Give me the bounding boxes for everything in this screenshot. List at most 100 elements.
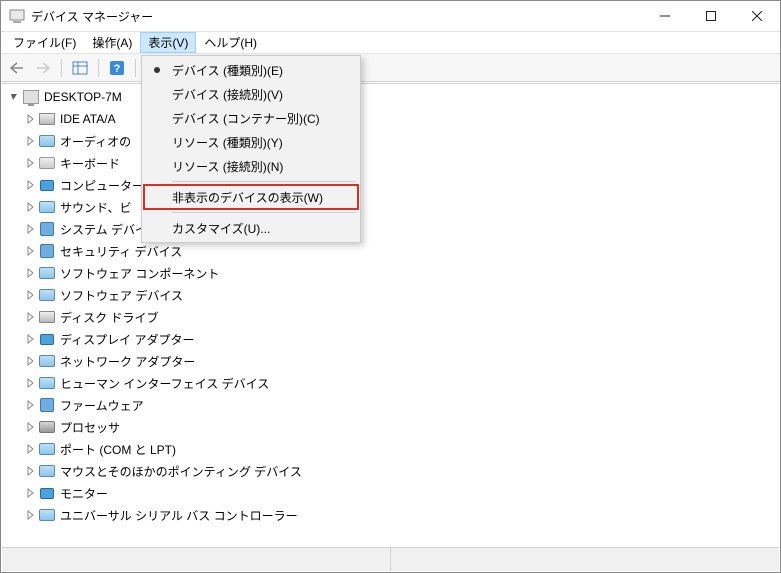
status-cell xyxy=(391,548,779,571)
device-icon xyxy=(38,353,56,369)
expand-icon[interactable] xyxy=(22,488,38,498)
show-hide-console-tree-button[interactable] xyxy=(68,57,92,79)
dropdown-separator xyxy=(172,212,356,213)
help-button[interactable]: ? xyxy=(105,57,129,79)
device-icon xyxy=(38,177,56,193)
tree-item-label: オーディオの xyxy=(60,133,131,150)
tree-item[interactable]: IDE ATA/A xyxy=(2,108,779,130)
expand-icon[interactable] xyxy=(22,224,38,234)
menu-action[interactable]: 操作(A) xyxy=(84,32,140,53)
menu-file[interactable]: ファイル(F) xyxy=(5,32,84,53)
tree-item-label: ユニバーサル シリアル バス コントローラー xyxy=(60,507,298,524)
dropdown-resources-by-type[interactable]: リソース (種類別)(Y) xyxy=(144,130,358,154)
tree-item[interactable]: キーボード xyxy=(2,152,779,174)
expand-icon[interactable] xyxy=(22,202,38,212)
tree-item-label: コンピューター xyxy=(60,177,144,194)
expand-icon[interactable] xyxy=(22,158,38,168)
device-tree-panel: DESKTOP-7M IDE ATA/A オーディオの キーボード コンピュータ… xyxy=(2,83,779,544)
maximize-button[interactable] xyxy=(688,1,734,32)
tree-item[interactable]: マウスとそのほかのポインティング デバイス xyxy=(2,460,779,482)
expand-icon[interactable] xyxy=(22,290,38,300)
device-tree[interactable]: DESKTOP-7M IDE ATA/A オーディオの キーボード コンピュータ… xyxy=(2,84,779,528)
menu-view[interactable]: 表示(V) xyxy=(140,32,196,53)
device-icon xyxy=(38,485,56,501)
expand-icon[interactable] xyxy=(22,114,38,124)
expand-icon[interactable] xyxy=(22,400,38,410)
device-icon xyxy=(38,419,56,435)
tree-item[interactable]: ヒューマン インターフェイス デバイス xyxy=(2,372,779,394)
dropdown-item-label: 非表示のデバイスの表示(W) xyxy=(172,189,323,206)
tree-item-label: モニター xyxy=(60,485,108,502)
toolbar-separator xyxy=(61,59,62,77)
expand-icon[interactable] xyxy=(22,466,38,476)
tree-item[interactable]: コンピューター xyxy=(2,174,779,196)
tree-item[interactable]: ディスク ドライブ xyxy=(2,306,779,328)
expand-icon[interactable] xyxy=(22,246,38,256)
dropdown-item-label: リソース (接続別)(N) xyxy=(172,158,283,175)
expand-icon[interactable] xyxy=(22,180,38,190)
view-dropdown: デバイス (種類別)(E) デバイス (接続別)(V) デバイス (コンテナー別… xyxy=(141,55,361,243)
expand-icon[interactable] xyxy=(22,334,38,344)
dropdown-resources-by-connection[interactable]: リソース (接続別)(N) xyxy=(144,154,358,178)
device-icon xyxy=(38,309,56,325)
expand-icon[interactable] xyxy=(22,136,38,146)
dropdown-devices-by-container[interactable]: デバイス (コンテナー別)(C) xyxy=(144,106,358,130)
tree-item[interactable]: モニター xyxy=(2,482,779,504)
status-cell xyxy=(2,548,391,571)
close-button[interactable] xyxy=(734,1,780,32)
device-icon xyxy=(38,507,56,523)
menu-help[interactable]: ヘルプ(H) xyxy=(196,32,265,53)
expand-icon[interactable] xyxy=(22,312,38,322)
dropdown-item-label: リソース (種類別)(Y) xyxy=(172,134,283,151)
tree-item[interactable]: ディスプレイ アダプター xyxy=(2,328,779,350)
expand-icon[interactable] xyxy=(22,378,38,388)
expand-icon[interactable] xyxy=(22,510,38,520)
dropdown-devices-by-type[interactable]: デバイス (種類別)(E) xyxy=(144,58,358,82)
bullet-icon xyxy=(154,67,160,73)
tree-item[interactable]: ポート (COM と LPT) xyxy=(2,438,779,460)
computer-icon xyxy=(22,89,40,105)
device-icon xyxy=(38,331,56,347)
tree-item[interactable]: オーディオの xyxy=(2,130,779,152)
expand-icon[interactable] xyxy=(22,356,38,366)
dropdown-show-hidden[interactable]: 非表示のデバイスの表示(W) xyxy=(144,185,358,209)
tree-item[interactable]: プロセッサ xyxy=(2,416,779,438)
tree-item[interactable]: ファームウェア xyxy=(2,394,779,416)
tree-item[interactable]: ソフトウェア コンポーネント xyxy=(2,262,779,284)
collapse-icon[interactable] xyxy=(6,92,22,102)
tree-root[interactable]: DESKTOP-7M xyxy=(2,86,779,108)
tree-item[interactable]: システム デバイス xyxy=(2,218,779,240)
window-controls xyxy=(642,1,780,32)
expand-icon[interactable] xyxy=(22,444,38,454)
tree-item-label: ソフトウェア コンポーネント xyxy=(60,265,219,282)
tree-item-label: ソフトウェア デバイス xyxy=(60,287,183,304)
tree-item[interactable]: ソフトウェア デバイス xyxy=(2,284,779,306)
tree-item[interactable]: ネットワーク アダプター xyxy=(2,350,779,372)
window-title: デバイス マネージャー xyxy=(31,8,642,25)
dropdown-customize[interactable]: カスタマイズ(U)... xyxy=(144,216,358,240)
tree-item-label: ファームウェア xyxy=(60,397,144,414)
dropdown-devices-by-connection[interactable]: デバイス (接続別)(V) xyxy=(144,82,358,106)
menubar: ファイル(F) 操作(A) 表示(V) ヘルプ(H) xyxy=(1,32,780,54)
tree-item[interactable]: ユニバーサル シリアル バス コントローラー xyxy=(2,504,779,526)
toolbar: ? xyxy=(1,54,780,82)
dropdown-separator xyxy=(172,181,356,182)
tree-item[interactable]: サウンド、ビ xyxy=(2,196,779,218)
minimize-button[interactable] xyxy=(642,1,688,32)
device-icon xyxy=(38,287,56,303)
expand-icon[interactable] xyxy=(22,268,38,278)
svg-text:?: ? xyxy=(114,63,121,75)
tree-item-label: プロセッサ xyxy=(60,419,120,436)
tree-item-label: IDE ATA/A xyxy=(60,112,116,126)
back-button[interactable] xyxy=(5,57,29,79)
device-icon xyxy=(38,375,56,391)
device-icon xyxy=(38,155,56,171)
dropdown-item-label: デバイス (接続別)(V) xyxy=(172,86,283,103)
tree-item-label: ディスク ドライブ xyxy=(60,309,159,326)
device-icon xyxy=(38,397,56,413)
expand-icon[interactable] xyxy=(22,422,38,432)
forward-button[interactable] xyxy=(31,57,55,79)
tree-item[interactable]: セキュリティ デバイス xyxy=(2,240,779,262)
device-icon xyxy=(38,463,56,479)
titlebar: デバイス マネージャー xyxy=(1,1,780,32)
